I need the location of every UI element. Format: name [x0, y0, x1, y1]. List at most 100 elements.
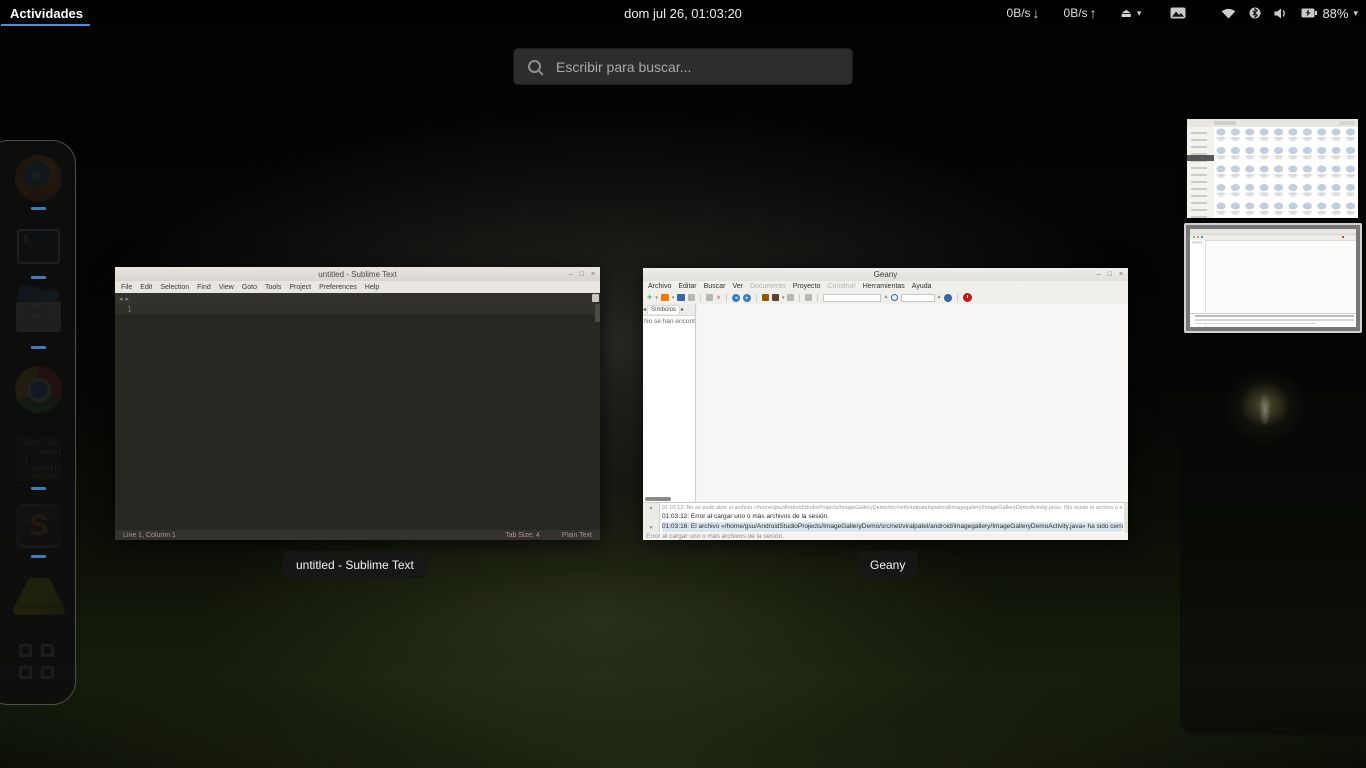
search-bar[interactable] [513, 48, 853, 85]
running-indicator-terminal [31, 276, 46, 279]
menu-construir-disabled: Construir [827, 282, 856, 290]
system-tray: 0B/s ↓ 0B/s ↑ ⏏ ▾ 88% ▾ [1007, 5, 1366, 21]
nav-forward-icon: ▸ [742, 293, 751, 302]
menu-documento-disabled: Documento [749, 282, 786, 290]
compile-icon [761, 294, 769, 301]
menu-tools: Tools [265, 283, 282, 291]
mini-toolbar [1190, 235, 1356, 241]
tab-size: Tab Size: 4 [505, 531, 540, 539]
geany-editor-area [697, 304, 1128, 503]
tab-scroll-right-icon: ▸ [681, 307, 685, 313]
sidebar-hscrollbar [645, 497, 671, 501]
build-caret-icon: ▾ [781, 294, 785, 301]
wifi-icon[interactable] [1221, 8, 1236, 19]
new-file-caret-icon: ▾ [655, 294, 658, 301]
geany-statusbar: Error al cargar uno o más archivos de la… [643, 533, 1128, 540]
sublime-title: untitled - Sublime Text [318, 269, 397, 279]
close-document-icon: × [716, 293, 721, 302]
workspace-thumbnail-2-active[interactable] [1184, 223, 1362, 333]
tab-overflow-button [592, 294, 599, 302]
revert-icon [706, 294, 714, 301]
cursor-position: Line 1, Column 1 [123, 531, 176, 539]
geany-message-window: ▲ ▼ 01:03:12: No se pudo abrir el archiv… [643, 502, 1128, 533]
sublime-tabbar: ◂ ▸ [115, 293, 600, 304]
screenshot-photo-icon[interactable] [1170, 7, 1186, 19]
mini-icon [1193, 236, 1195, 238]
menu-help: Help [364, 283, 380, 291]
sublime-scrollbar [595, 304, 600, 322]
tab-simbolos: Símbolos [647, 305, 681, 314]
net-down-rate: 0B/s [1006, 6, 1031, 20]
menu-editar: Editar [678, 282, 697, 290]
nav-back-icon: ◂ [731, 293, 740, 302]
sidebar-empty-message: No se han encontrado símbolos [644, 318, 695, 325]
mini-sidebar-selected-item [1187, 155, 1214, 161]
search-jump-icon: ▴ [884, 294, 888, 300]
search-input[interactable] [554, 57, 838, 76]
search-icon [528, 60, 541, 73]
sidebar-tab-header: ◂ Símbolos ▸ [643, 304, 695, 316]
status-message-1: 01:03:12: No se pudo abrir el archivo «/… [662, 505, 1123, 511]
top-bar: Actividades dom jul 26, 01:03:20 0B/s ↓ … [0, 0, 1366, 26]
current-line-highlight [115, 304, 600, 314]
tab-scroll-left-icon: ◂ [643, 307, 647, 313]
build-icon [771, 294, 779, 301]
line-number: 1 [127, 305, 132, 314]
geany-menubar: Archivo Editar Buscar Ver Documento Proy… [643, 281, 1128, 291]
goto-jump-icon: ▴ [937, 294, 941, 300]
window-caption-geany[interactable]: Geany [857, 551, 919, 578]
workspace-thumbnail-1[interactable] [1187, 119, 1358, 218]
open-file-caret-icon: ▾ [671, 294, 675, 301]
battery-percent: 88% [1322, 5, 1349, 21]
activities-active-underline [1, 24, 90, 26]
save-icon [677, 294, 686, 301]
menu-selection: Selection [160, 283, 190, 291]
new-file-icon: + [647, 292, 653, 302]
message-scrollbar [1124, 503, 1128, 533]
menu-ver: Ver [732, 282, 743, 290]
volume-icon[interactable] [1274, 8, 1288, 19]
menu-buscar: Buscar [703, 282, 726, 290]
mini-sidebar-tab [1192, 241, 1202, 244]
window-preview-geany[interactable]: Geany – □ × Archivo Editar Buscar Ver Do… [643, 268, 1128, 540]
save-all-icon [688, 294, 696, 301]
window-preview-sublime[interactable]: untitled - Sublime Text – □ × File Edit … [115, 267, 600, 540]
toolbar-search-icon [890, 294, 898, 301]
geany-title: Geany [873, 270, 898, 279]
tabs-scroll-up-icon: ▲ [648, 505, 654, 511]
menu-project: Project [289, 283, 312, 291]
running-indicator-sublime [31, 555, 46, 558]
geany-titlebar: Geany – □ × [643, 268, 1128, 281]
system-menu-caret-icon[interactable]: ▾ [1353, 8, 1358, 19]
net-up-rate: 0B/s [1063, 6, 1088, 20]
eject-icon[interactable]: ⏏ [1121, 6, 1132, 20]
menu-edit: Edit [140, 283, 153, 291]
battery-charging-icon[interactable] [1301, 8, 1318, 18]
quit-icon [962, 293, 972, 302]
bluetooth-icon[interactable] [1249, 7, 1261, 19]
menu-find: Find [197, 283, 211, 291]
mini-geany-window [1190, 229, 1356, 327]
sublime-editor: 1 [115, 304, 600, 530]
mini-files-sidebar [1187, 127, 1215, 218]
running-indicator-files [31, 346, 46, 349]
eject-menu-caret-icon[interactable]: ▾ [1137, 8, 1142, 19]
open-file-icon [660, 294, 669, 301]
menu-goto: Goto [241, 283, 257, 291]
toolbar-search-entry [823, 293, 882, 302]
color-chooser-icon [805, 294, 813, 301]
goto-line-icon [943, 293, 952, 302]
tab-scroll-right-icon: ▸ [125, 295, 130, 303]
mini-icon [1201, 236, 1203, 238]
window-caption-sublime[interactable]: untitled - Sublime Text [283, 551, 427, 578]
run-icon [787, 294, 795, 301]
geany-toolbar: + ▾ ▾ × ◂ ▸ ▾ ▴ ▴ [643, 291, 1128, 305]
goto-line-entry [900, 293, 935, 302]
mini-window-buttons [1339, 121, 1355, 125]
menu-file: File [121, 283, 133, 291]
syntax-mode: Plain Text [561, 531, 592, 539]
dash-dock [0, 140, 76, 705]
menu-preferences: Preferences [319, 283, 357, 291]
running-indicator-geany [31, 487, 46, 490]
mini-icon [1197, 236, 1199, 238]
